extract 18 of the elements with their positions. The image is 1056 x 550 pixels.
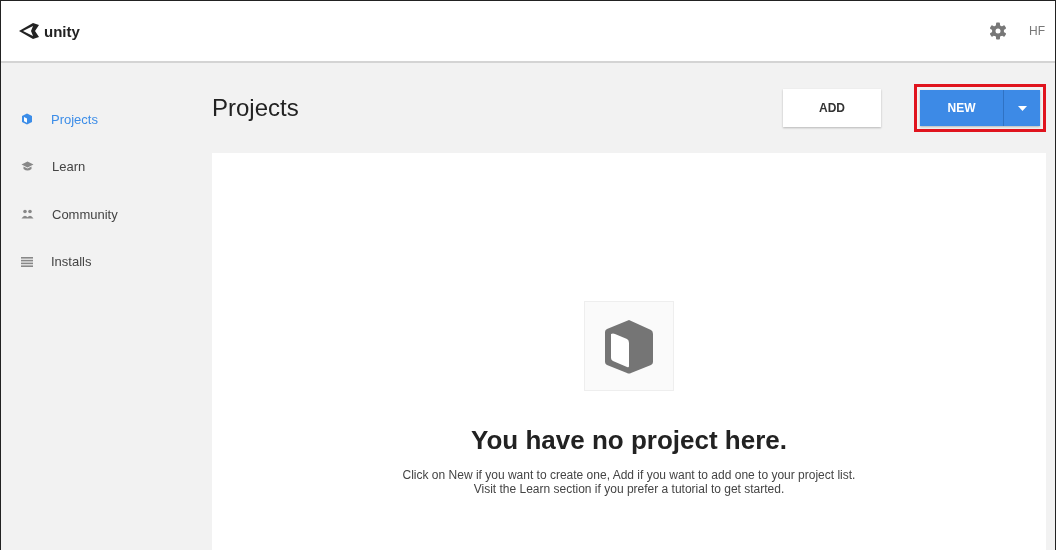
user-initials[interactable]: HF bbox=[1029, 24, 1045, 38]
page-title: Projects bbox=[212, 94, 300, 122]
empty-heading: You have no project here. bbox=[471, 425, 787, 456]
sidebar-item[interactable]: Installs bbox=[1, 249, 199, 274]
logo-icon bbox=[17, 21, 41, 41]
people-icon bbox=[21, 209, 34, 219]
logo-text: unity bbox=[44, 22, 80, 40]
sidebar-item[interactable]: Learn bbox=[1, 154, 199, 179]
list-icon bbox=[21, 256, 33, 267]
empty-message: Click on New if you want to create one, Add if you want to add one to your project list. Visit the Learn section if you prefer a tutorial to get started. bbox=[401, 468, 857, 496]
cube-icon bbox=[603, 318, 655, 374]
new-button[interactable]: NEW bbox=[920, 90, 1004, 126]
sidebar-item[interactable]: Community bbox=[1, 202, 199, 226]
caret-icon bbox=[1017, 105, 1027, 111]
add-button[interactable]: ADD bbox=[783, 89, 881, 127]
graduation-cap-icon bbox=[21, 161, 34, 172]
cube-icon bbox=[21, 113, 33, 125]
settings-icon[interactable] bbox=[989, 22, 1007, 40]
